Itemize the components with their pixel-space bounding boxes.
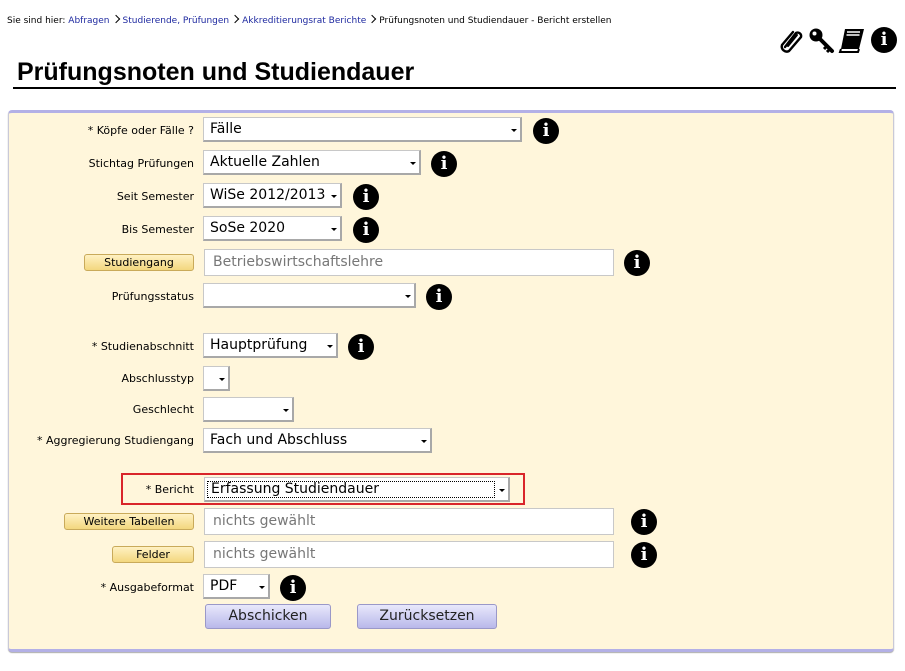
studiengang-input[interactable]: Betriebswirtschaftslehre (204, 249, 614, 276)
info-icon[interactable]: i (280, 575, 306, 601)
submit-button[interactable]: Abschicken (205, 604, 331, 629)
chevron-down-icon (405, 295, 411, 298)
bericht-select[interactable]: Erfassung Studiendauer (204, 477, 510, 502)
koepfe-value: Fälle (210, 121, 242, 137)
book-icon[interactable] (838, 27, 866, 54)
chevron-down-icon (499, 489, 505, 492)
studiengang-button[interactable]: Studiengang (84, 254, 194, 271)
chevron-down-icon (410, 162, 416, 165)
abschlusstyp-select[interactable] (203, 366, 230, 391)
info-icon[interactable]: i (348, 334, 374, 360)
aggregierung-select[interactable]: Fach und Abschluss (203, 428, 432, 453)
info-icon[interactable]: i (624, 250, 650, 276)
koepfe-select[interactable]: Fälle (203, 117, 522, 142)
bis-semester-value: SoSe 2020 (210, 220, 286, 236)
felder-input[interactable]: nichts gewählt (204, 541, 614, 568)
chevron-right-icon (368, 14, 377, 24)
bis-semester-select[interactable]: SoSe 2020 (203, 216, 342, 241)
info-icon[interactable]: i (871, 27, 897, 53)
studienabschnitt-label: * Studienabschnitt (91, 340, 194, 353)
breadcrumb-current: Prüfungsnoten und Studiendauer - Bericht… (379, 16, 612, 26)
breadcrumb-link-abfragen[interactable]: Abfragen (68, 16, 109, 26)
bericht-label: * Bericht (145, 483, 194, 496)
info-icon[interactable]: i (631, 509, 657, 535)
pruefungsstatus-label: Prüfungsstatus (111, 290, 194, 303)
chevron-down-icon (283, 409, 289, 412)
paperclip-icon[interactable] (779, 27, 805, 54)
reset-button[interactable]: Zurücksetzen (357, 604, 497, 629)
chevron-right-icon (111, 14, 120, 24)
title-divider (13, 87, 896, 89)
weitere-tabellen-input[interactable]: nichts gewählt (204, 508, 614, 535)
seit-semester-label: Seit Semester (116, 190, 194, 203)
info-icon[interactable]: i (631, 542, 657, 568)
seit-semester-value: WiSe 2012/2013 (210, 187, 326, 203)
breadcrumb-link-akkreditierungsrat[interactable]: Akkreditierungsrat Berichte (242, 16, 366, 26)
stichtag-select[interactable]: Aktuelle Zahlen (203, 150, 421, 175)
info-icon[interactable]: i (353, 184, 379, 210)
weitere-tabellen-button[interactable]: Weitere Tabellen (64, 513, 194, 530)
seit-semester-select[interactable]: WiSe 2012/2013 (203, 183, 342, 208)
chevron-down-icon (511, 129, 517, 132)
aggregierung-label: * Aggregierung Studiengang (36, 434, 194, 447)
info-icon[interactable]: i (353, 217, 379, 243)
focus-ring (207, 481, 495, 498)
ausgabeformat-label: * Ausgabeformat (100, 581, 194, 594)
aggregierung-value: Fach und Abschluss (210, 432, 348, 448)
geschlecht-select[interactable] (203, 397, 294, 422)
stichtag-value: Aktuelle Zahlen (210, 154, 320, 170)
info-icon[interactable]: i (533, 118, 559, 144)
studienabschnitt-select[interactable]: Hauptprüfung (203, 333, 338, 358)
info-icon[interactable]: i (431, 151, 457, 177)
koepfe-label: * Köpfe oder Fälle ? (87, 124, 194, 137)
breadcrumb: Sie sind hier: Abfragen Studierende, Prüf… (7, 14, 612, 26)
chevron-right-icon (230, 14, 240, 24)
ausgabeformat-select[interactable]: PDF (203, 574, 270, 599)
felder-button[interactable]: Felder (112, 546, 194, 563)
stichtag-label: Stichtag Prüfungen (88, 157, 194, 170)
abschlusstyp-label: Abschlusstyp (121, 372, 194, 385)
chevron-down-icon (327, 345, 333, 348)
pruefungsstatus-select[interactable] (203, 283, 416, 308)
info-icon[interactable]: i (426, 284, 452, 310)
chevron-down-icon (219, 378, 225, 381)
chevron-down-icon (331, 195, 337, 198)
studienabschnitt-value: Hauptprüfung (210, 337, 308, 353)
ausgabeformat-value: PDF (210, 578, 238, 594)
page-title: Prüfungsnoten und Studiendauer (17, 58, 415, 86)
breadcrumb-prefix: Sie sind hier: (7, 16, 66, 26)
bis-semester-label: Bis Semester (121, 223, 194, 236)
geschlecht-label: Geschlecht (132, 403, 194, 416)
chevron-down-icon (259, 586, 265, 589)
key-icon[interactable] (808, 27, 835, 54)
chevron-down-icon (331, 228, 337, 231)
breadcrumb-link-studierende[interactable]: Studierende, Prüfungen (123, 16, 230, 26)
chevron-down-icon (421, 440, 427, 443)
